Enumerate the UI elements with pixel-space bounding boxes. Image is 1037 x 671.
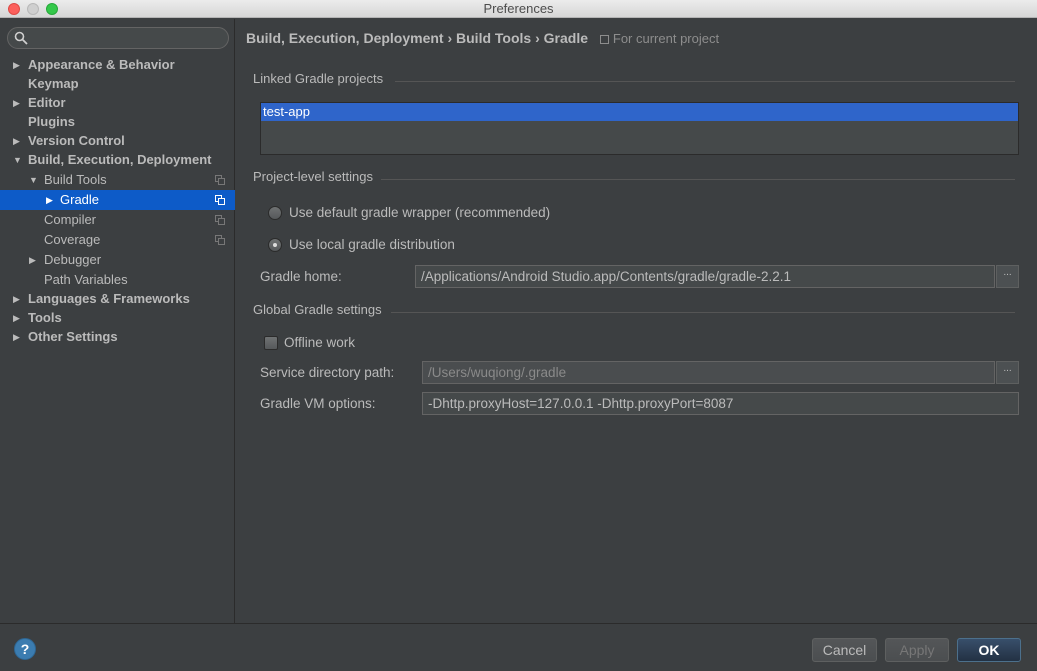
gradle-home-label: Gradle home: [260, 269, 342, 284]
sidebar-item-other-settings[interactable]: ▶ Other Settings [0, 327, 235, 347]
collapse-arrow-icon[interactable]: ▼ [29, 170, 38, 190]
sidebar-item-languages-frameworks[interactable]: ▶ Languages & Frameworks [0, 289, 235, 309]
sidebar-item-label: Languages & Frameworks [28, 291, 190, 306]
sidebar-item-gradle[interactable]: ▶ Gradle [0, 190, 235, 210]
sidebar-item-keymap[interactable]: Keymap [0, 74, 235, 94]
expand-arrow-icon[interactable]: ▶ [13, 93, 20, 113]
ok-button[interactable]: OK [957, 638, 1021, 662]
apply-button[interactable]: Apply [885, 638, 949, 662]
sidebar-item-appearance-behavior[interactable]: ▶ Appearance & Behavior [0, 55, 235, 75]
sidebar-item-label: Appearance & Behavior [28, 57, 175, 72]
project-settings-heading: Project-level settings [253, 169, 373, 184]
global-settings-heading: Global Gradle settings [253, 302, 382, 317]
expand-arrow-icon[interactable]: ▶ [13, 131, 20, 151]
collapse-arrow-icon[interactable]: ▼ [13, 150, 22, 170]
list-item[interactable]: test-app [261, 103, 1018, 121]
vm-options-field[interactable]: -Dhttp.proxyHost=127.0.0.1 -Dhttp.proxyP… [422, 392, 1019, 415]
expand-arrow-icon[interactable]: ▶ [13, 327, 20, 347]
scope-label: For current project [612, 31, 720, 46]
local-distribution-radio[interactable] [268, 238, 282, 252]
project-scope-icon [215, 235, 225, 245]
sidebar-item-label: Gradle [60, 192, 100, 207]
sidebar-item-tools[interactable]: ▶ Tools [0, 308, 235, 328]
search-input[interactable] [7, 27, 229, 49]
default-wrapper-radio[interactable] [268, 206, 282, 220]
offline-work-label[interactable]: Offline work [284, 335, 355, 350]
expand-arrow-icon[interactable]: ▶ [29, 250, 36, 270]
sidebar-item-compiler[interactable]: Compiler [0, 210, 235, 230]
linked-projects-list[interactable]: test-app [260, 102, 1019, 155]
section-divider [391, 312, 1015, 313]
gradle-home-browse-button[interactable]: ... [996, 265, 1019, 288]
dialog-footer: ? Cancel Apply OK [0, 623, 1037, 671]
expand-arrow-icon[interactable]: ▶ [46, 190, 53, 210]
sidebar-item-label: Tools [28, 310, 62, 325]
project-scope-icon [215, 195, 225, 205]
sidebar-item-build-execution-deployment[interactable]: ▼ Build, Execution, Deployment [0, 150, 235, 170]
sidebar-item-build-tools[interactable]: ▼ Build Tools [0, 170, 235, 190]
sidebar-item-label: Other Settings [28, 329, 118, 344]
sidebar-item-path-variables[interactable]: Path Variables [0, 270, 235, 290]
sidebar-item-editor[interactable]: ▶ Editor [0, 93, 235, 113]
sidebar-item-label: Version Control [28, 133, 125, 148]
service-directory-label: Service directory path: [260, 365, 395, 380]
service-directory-browse-button[interactable]: ... [996, 361, 1019, 384]
section-divider [381, 179, 1015, 180]
section-divider [395, 81, 1015, 82]
expand-arrow-icon[interactable]: ▶ [13, 308, 20, 328]
default-wrapper-label[interactable]: Use default gradle wrapper (recommended) [289, 205, 550, 220]
gradle-home-field[interactable]: /Applications/Android Studio.app/Content… [415, 265, 995, 288]
project-scope-icon [599, 35, 609, 44]
local-distribution-label[interactable]: Use local gradle distribution [289, 237, 455, 252]
offline-work-checkbox[interactable] [264, 336, 278, 350]
scope-note: For current project [599, 31, 720, 46]
help-button[interactable]: ? [14, 638, 36, 660]
expand-arrow-icon[interactable]: ▶ [13, 289, 20, 309]
title-bar: Preferences [0, 0, 1037, 18]
project-scope-icon [215, 175, 225, 185]
sidebar-item-debugger[interactable]: ▶ Debugger [0, 250, 235, 270]
service-directory-field[interactable]: /Users/wuqiong/.gradle [422, 361, 995, 384]
project-scope-icon [215, 215, 225, 225]
sidebar-item-label: Coverage [44, 232, 101, 247]
settings-content: Build, Execution, Deployment › Build Too… [236, 19, 1037, 623]
sidebar-item-label: Compiler [44, 212, 97, 227]
expand-arrow-icon[interactable]: ▶ [13, 55, 20, 75]
search-icon [14, 31, 28, 45]
sidebar-item-coverage[interactable]: Coverage [0, 230, 235, 250]
sidebar-item-label: Build Tools [44, 172, 107, 187]
breadcrumb-path: Build, Execution, Deployment › Build Too… [246, 30, 588, 46]
sidebar-item-label: Plugins [28, 114, 75, 129]
linked-projects-heading: Linked Gradle projects [253, 71, 384, 86]
sidebar-item-plugins[interactable]: Plugins [0, 112, 235, 132]
window-title: Preferences [483, 1, 554, 16]
vm-options-label: Gradle VM options: [260, 396, 376, 411]
sidebar-item-label: Editor [28, 95, 66, 110]
settings-sidebar: ▶ Appearance & Behavior Keymap ▶ Editor … [0, 19, 235, 623]
sidebar-item-label: Keymap [28, 76, 79, 91]
breadcrumb: Build, Execution, Deployment › Build Too… [246, 30, 719, 46]
sidebar-item-version-control[interactable]: ▶ Version Control [0, 131, 235, 151]
sidebar-item-label: Build, Execution, Deployment [28, 152, 212, 167]
sidebar-item-label: Debugger [44, 252, 102, 267]
sidebar-item-label: Path Variables [44, 272, 128, 287]
cancel-button[interactable]: Cancel [812, 638, 877, 662]
